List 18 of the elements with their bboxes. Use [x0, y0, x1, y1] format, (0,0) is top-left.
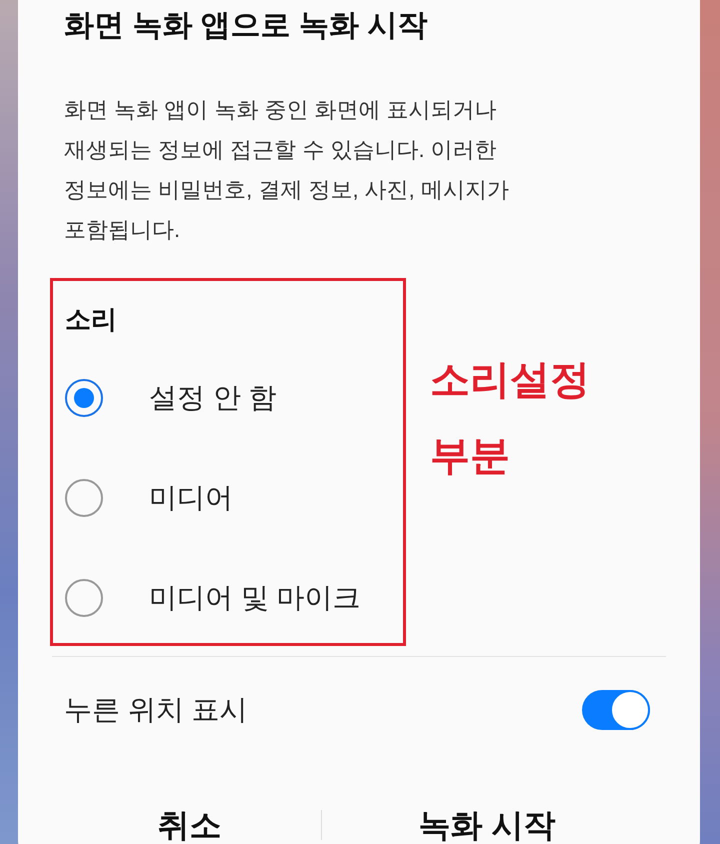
dialog-button[interactable]: 녹화 시작	[322, 795, 652, 844]
description-text: 화면 녹화 앱이 녹화 중인 화면에 표시되거나 재생되는 정보에 접근할 수 있습니다. 이러한 정보에는 비밀번호, 결제 정보, 사진, 메시지가 포함됩니다.	[64, 96, 510, 244]
radio-option[interactable]: 미디어 및 마이크	[65, 575, 403, 621]
annotation-text: 부분	[430, 433, 511, 480]
option-label: 설정 안 함	[149, 381, 277, 415]
radio-button[interactable]	[65, 479, 103, 517]
toggle-label: 누른 위치 표시	[64, 693, 248, 727]
option-label: 미디어	[149, 481, 233, 515]
dialog-button[interactable]: 취소	[18, 795, 321, 844]
annotation-text: 소리설정	[430, 357, 590, 404]
dialog-title: 화면 녹화 앱으로 녹화 시작	[64, 8, 428, 44]
radio-option[interactable]: 설정 안 함	[65, 375, 403, 421]
toggle-switch[interactable]	[582, 690, 650, 730]
radio-button[interactable]	[65, 579, 103, 617]
radio-option[interactable]: 미디어	[65, 475, 403, 521]
radio-button[interactable]	[65, 379, 103, 417]
section-heading: 소리	[65, 303, 118, 336]
option-label: 미디어 및 마이크	[149, 581, 361, 615]
